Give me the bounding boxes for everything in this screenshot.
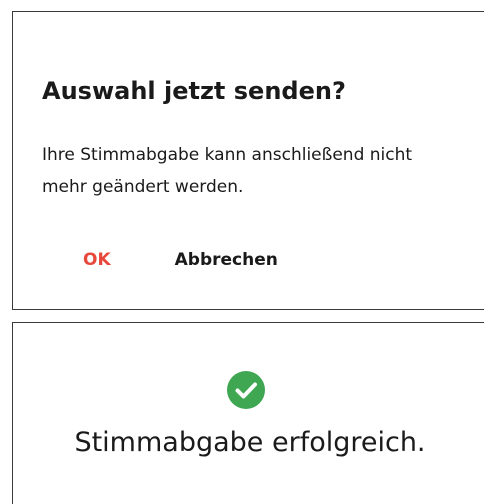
confirm-dialog: Auswahl jetzt senden? Ihre Stimmabgabe k… — [12, 11, 484, 310]
dialog-actions: OK Abbrechen — [83, 245, 278, 275]
check-circle-icon — [227, 371, 265, 409]
success-message: Stimmabgabe erfolgreich. — [74, 427, 426, 458]
ok-button[interactable]: OK — [83, 245, 111, 275]
dialog-message: Ihre Stimmabgabe kann anschließend nicht… — [42, 145, 413, 197]
dialog-title: Auswahl jetzt senden? — [42, 77, 346, 105]
cancel-button[interactable]: Abbrechen — [175, 245, 278, 275]
success-panel: Stimmabgabe erfolgreich. — [12, 322, 484, 504]
